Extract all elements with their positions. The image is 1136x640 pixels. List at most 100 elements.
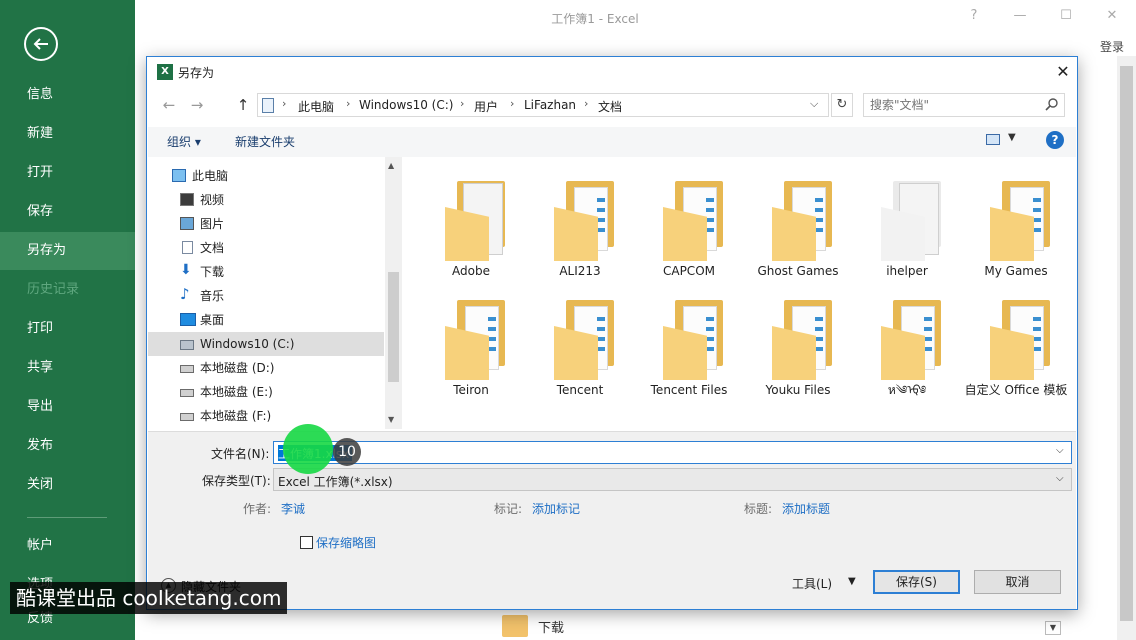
breadcrumb-documents[interactable]: 文档 (598, 98, 622, 115)
folder-item[interactable]: 自定义 Office 模板 (964, 286, 1068, 397)
view-options-icon[interactable] (986, 134, 1000, 145)
folder-item[interactable]: CAPCOM (637, 167, 741, 278)
address-bar[interactable]: › 此电脑 › Windows10 (C:) › 用户 › LiFazhan ›… (257, 93, 829, 117)
up-arrow-icon[interactable]: ↑ (233, 95, 253, 115)
add-tags-link[interactable]: 添加标记 (532, 500, 580, 517)
navigation-scrollbar[interactable]: ▲ ▼ (385, 157, 402, 429)
tree-item-this-pc[interactable]: 此电脑 (148, 164, 384, 188)
chevron-right-icon[interactable]: › (282, 97, 286, 110)
save-thumbnail-label[interactable]: 保存缩略图 (316, 534, 376, 551)
tree-item-drive-c[interactable]: Windows10 (C:) (148, 332, 384, 356)
chevron-right-icon[interactable]: › (346, 97, 350, 110)
background-dropdown-icon[interactable]: ▼ (1045, 621, 1061, 635)
breadcrumb-drive-c[interactable]: Windows10 (C:) (359, 98, 453, 112)
watermark: 酷课堂出品 cooIketang.com (10, 582, 288, 614)
save-button[interactable]: 保存(S) (873, 570, 960, 594)
backstage-item-save-as[interactable]: 另存为 (0, 232, 135, 270)
tree-item-label: 此电脑 (192, 169, 229, 183)
tree-item-desktop[interactable]: 桌面 (148, 308, 384, 332)
save-thumbnail-checkbox[interactable] (300, 536, 313, 549)
back-button[interactable] (24, 27, 58, 61)
tree-item-pictures[interactable]: 图片 (148, 212, 384, 236)
main-scrollbar[interactable] (1117, 56, 1136, 640)
tree-item-drive-f[interactable]: 本地磁盘 (F:) (148, 404, 384, 428)
folder-name: Teiron (453, 383, 489, 397)
breadcrumb-users[interactable]: 用户 (474, 98, 498, 115)
filetype-select[interactable]: Excel 工作簿(*.xlsx) ⌵ (273, 468, 1072, 491)
help-button[interactable]: ? (964, 6, 984, 26)
tree-item-music[interactable]: ♪ 音乐 (148, 284, 384, 308)
navigation-scroll-thumb[interactable] (388, 272, 399, 382)
tree-item-label: 视频 (200, 193, 225, 207)
breadcrumb-this-pc[interactable]: 此电脑 (298, 98, 334, 115)
author-value[interactable]: 李诚 (281, 500, 305, 517)
folder-item[interactable]: Adobe (419, 167, 523, 278)
filename-input[interactable] (278, 445, 1038, 461)
folder-item[interactable]: ihelper (855, 167, 959, 278)
tools-dropdown-icon[interactable]: ▼ (848, 576, 856, 587)
tools-button[interactable]: 工具(L) (792, 575, 832, 592)
backstage-item-open[interactable]: 打开 (0, 154, 135, 192)
folder-item[interactable]: Tencent Files (637, 286, 741, 397)
folder-item[interactable]: ALI213 (528, 167, 632, 278)
scroll-down-icon[interactable]: ▼ (388, 415, 394, 424)
computer-icon (172, 169, 186, 182)
organize-button[interactable]: 组织 ▾ (167, 133, 201, 150)
breadcrumb-user[interactable]: LiFazhan (524, 98, 576, 112)
search-icon[interactable] (1044, 97, 1060, 113)
computer-icon (262, 98, 274, 113)
backstage-item-publish[interactable]: 发布 (0, 427, 135, 465)
backstage-item-save[interactable]: 保存 (0, 193, 135, 231)
dialog-close-button[interactable]: ✕ (1052, 61, 1074, 83)
tree-item-drive-e[interactable]: 本地磁盘 (E:) (148, 380, 384, 404)
backstage-item-share[interactable]: 共享 (0, 349, 135, 387)
folder-icon (990, 300, 1052, 380)
folder-item[interactable]: ห༄ᡇ༅ (855, 286, 959, 397)
close-window-button[interactable]: ✕ (1102, 6, 1122, 26)
filename-field[interactable]: ⌵ (273, 441, 1072, 464)
backstage-item-account[interactable]: 帐户 (0, 527, 135, 565)
folder-item[interactable]: Youku Files (746, 286, 850, 397)
folder-name: ห༄ᡇ༅ (887, 383, 927, 397)
tree-item-downloads[interactable]: ⬇ 下载 (148, 260, 384, 284)
folder-item[interactable]: Ghost Games (746, 167, 850, 278)
add-title-link[interactable]: 添加标题 (782, 500, 830, 517)
backstage-item-new[interactable]: 新建 (0, 115, 135, 153)
desktop-icon (180, 313, 196, 326)
cancel-button[interactable]: 取消 (974, 570, 1061, 594)
tree-item-drive-d[interactable]: 本地磁盘 (D:) (148, 356, 384, 380)
excel-icon: X (157, 64, 173, 80)
folder-item[interactable]: Teiron (419, 286, 523, 397)
tree-item-documents[interactable]: 文档 (148, 236, 384, 260)
background-folder-label[interactable]: 下载 (538, 617, 564, 636)
scroll-up-icon[interactable]: ▲ (388, 161, 394, 170)
chevron-right-icon[interactable]: › (510, 97, 514, 110)
file-list: Adobe ALI213 CAPCOM Ghost Games ihelper (403, 157, 1075, 429)
help-icon[interactable]: ? (1046, 131, 1064, 149)
chevron-down-icon[interactable]: ⌵ (1056, 445, 1064, 456)
backstage-item-export[interactable]: 导出 (0, 388, 135, 426)
forward-arrow-icon[interactable]: → (187, 95, 207, 115)
tree-item-videos[interactable]: 视频 (148, 188, 384, 212)
refresh-button[interactable]: ↻ (831, 93, 853, 117)
search-box[interactable] (863, 93, 1065, 117)
music-icon: ♪ (180, 285, 190, 303)
maximize-button[interactable]: ☐ (1056, 6, 1076, 26)
main-scroll-thumb[interactable] (1120, 66, 1133, 621)
login-link[interactable]: 登录 (1100, 38, 1124, 55)
back-arrow-icon[interactable]: ← (159, 95, 179, 115)
backstage-item-print[interactable]: 打印 (0, 310, 135, 348)
chevron-right-icon[interactable]: › (460, 97, 464, 110)
view-dropdown-icon[interactable]: ▼ (1008, 132, 1016, 143)
folder-name: My Games (984, 264, 1048, 278)
chevron-down-icon[interactable]: ⌵ (810, 97, 818, 111)
new-folder-button[interactable]: 新建文件夹 (235, 133, 295, 150)
chevron-right-icon[interactable]: › (584, 97, 588, 110)
folder-item[interactable]: My Games (964, 167, 1068, 278)
minimize-button[interactable]: — (1010, 6, 1030, 26)
backstage-item-close[interactable]: 关闭 (0, 466, 135, 504)
chevron-down-icon[interactable]: ⌵ (1056, 473, 1064, 484)
folder-item[interactable]: Tencent (528, 286, 632, 397)
search-input[interactable] (870, 98, 1040, 112)
backstage-item-info[interactable]: 信息 (0, 76, 135, 114)
